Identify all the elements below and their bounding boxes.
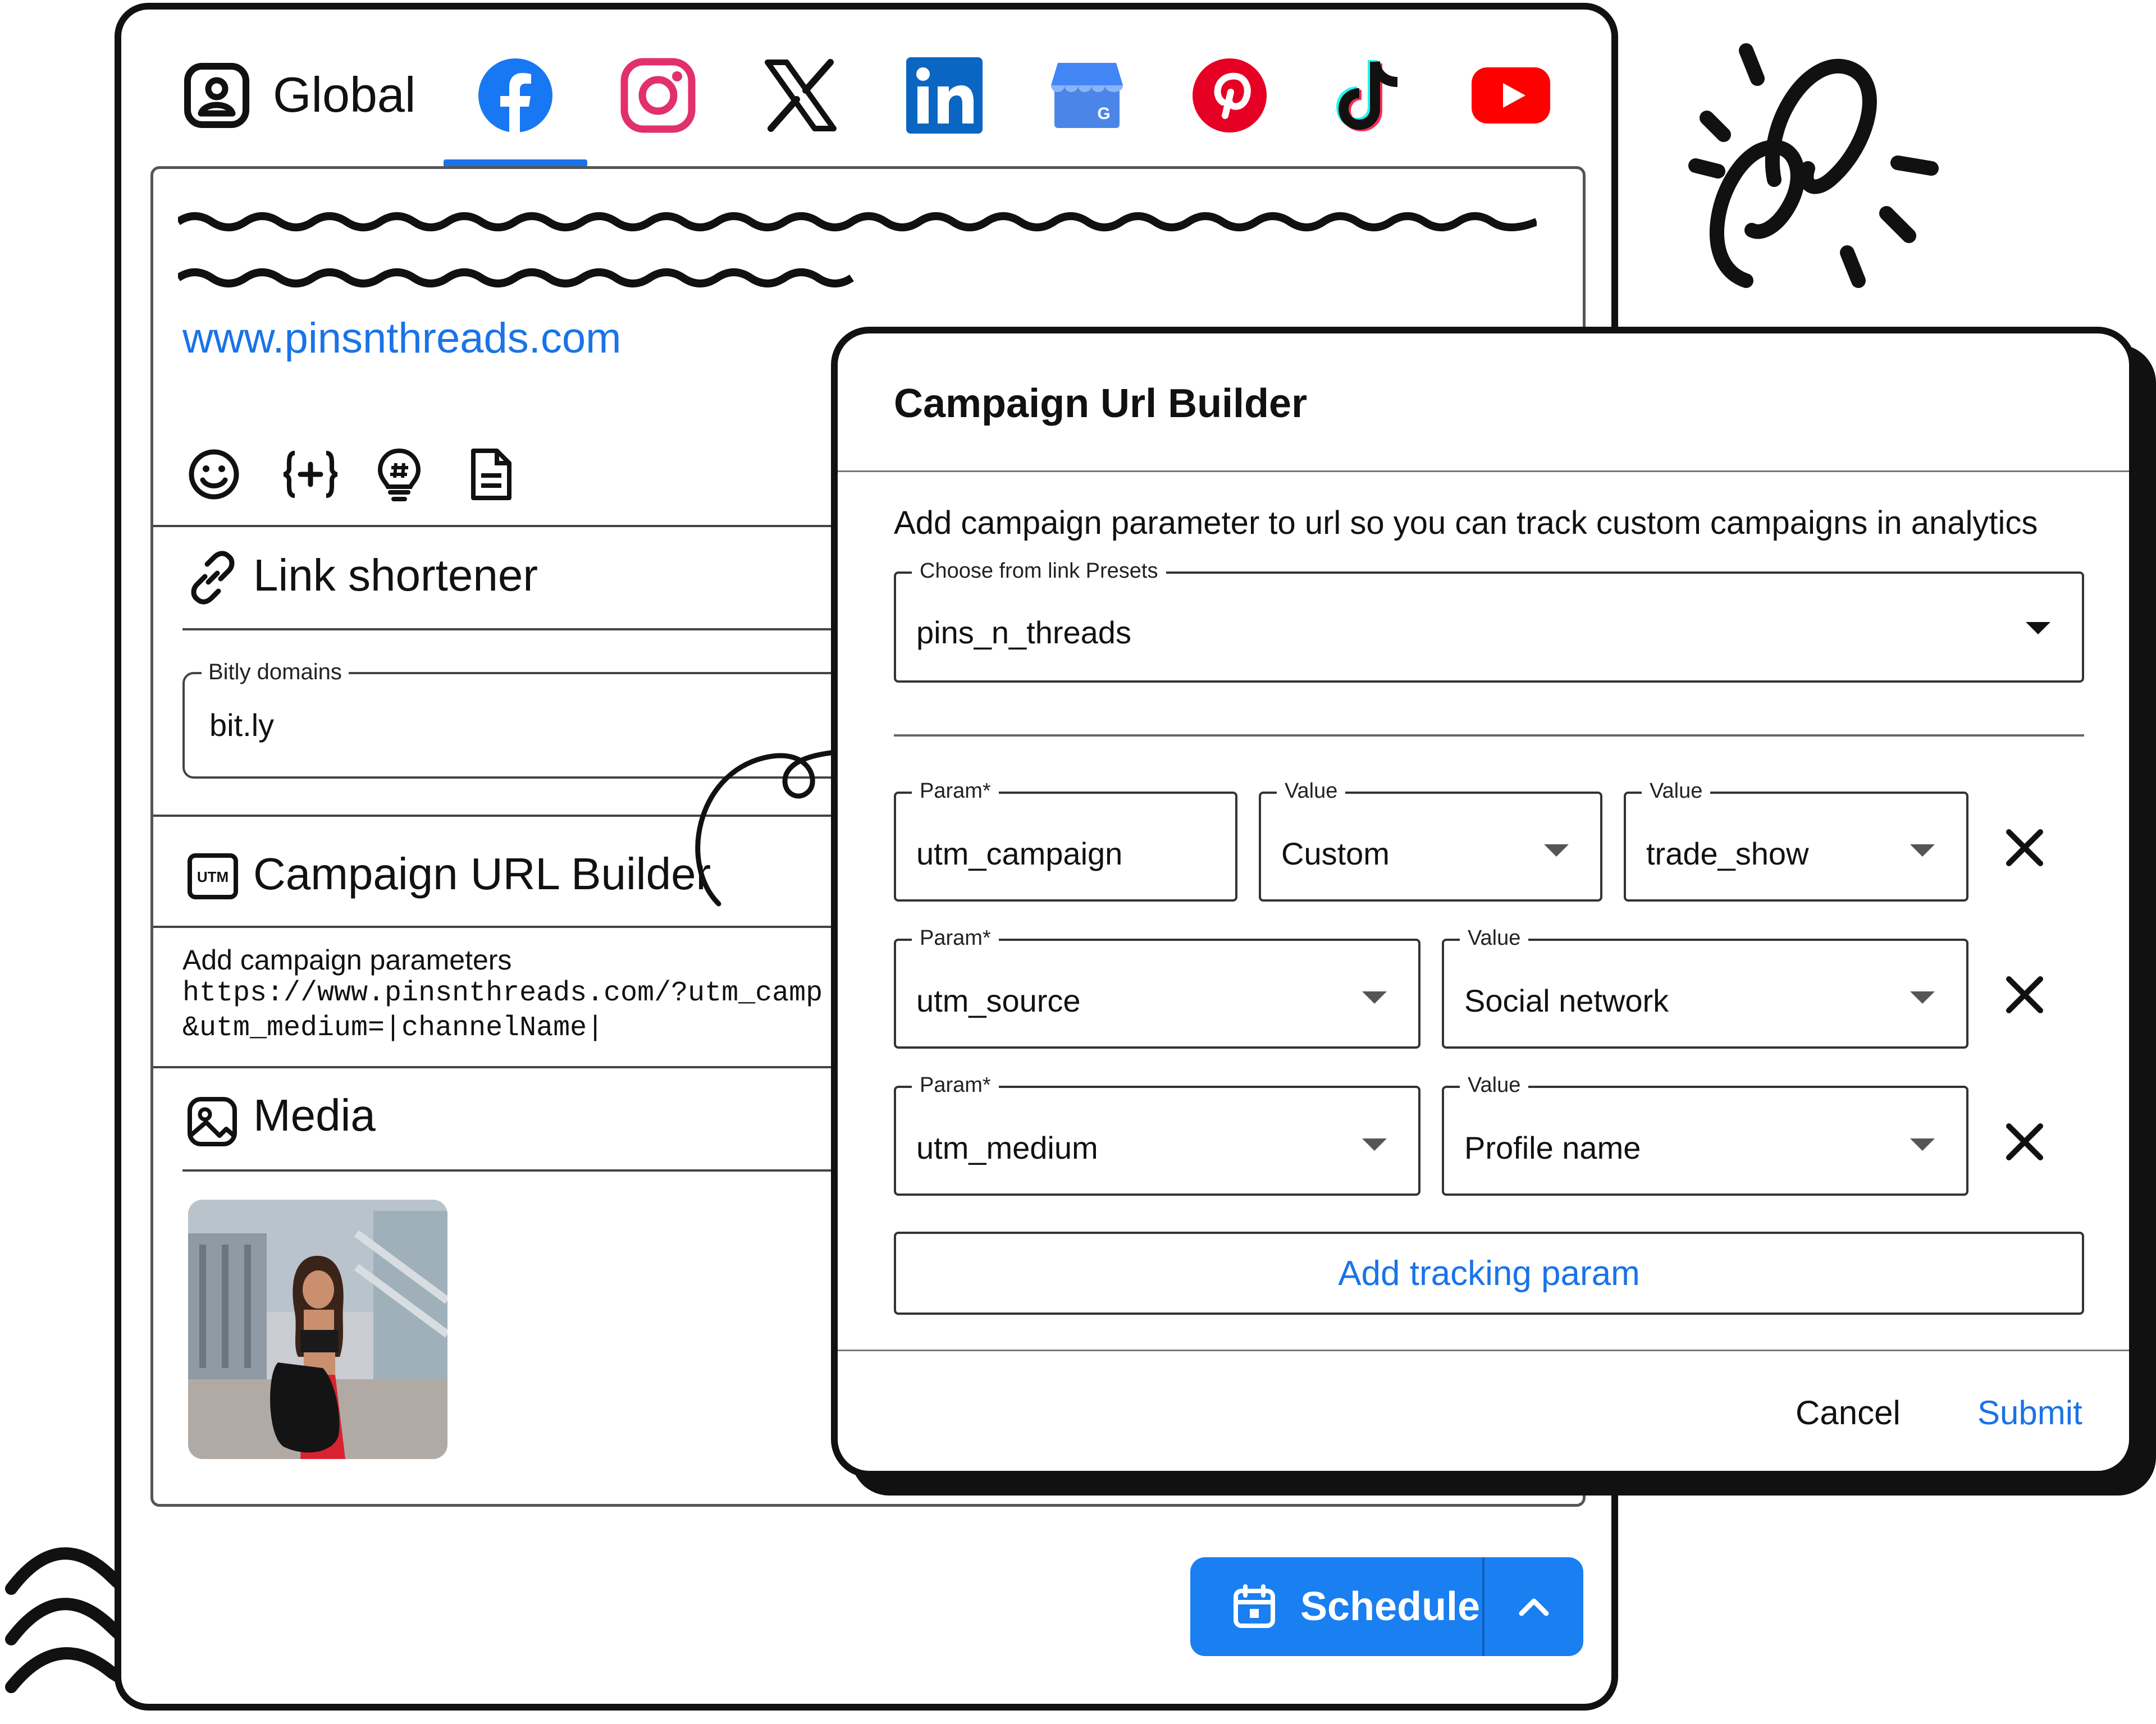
- divider: [838, 1350, 2129, 1351]
- param-value: utm_campaign: [916, 836, 1123, 871]
- x-icon[interactable]: [761, 56, 840, 135]
- remove-row-close-icon[interactable]: [2002, 1119, 2047, 1164]
- divider: [894, 734, 2084, 737]
- chevron-down-icon: [1910, 991, 1935, 1004]
- utm-icon: UTM: [188, 853, 238, 899]
- network-tabs: Global G: [0, 0, 1628, 180]
- value-select-custom[interactable]: Value Custom: [1259, 779, 1602, 902]
- media-thumbnail[interactable]: [188, 1200, 447, 1459]
- value-value: Profile name: [1464, 1130, 1641, 1165]
- value-select-profile-name[interactable]: Value Profile name: [1442, 1073, 1968, 1196]
- link-icon: [191, 551, 235, 605]
- chevron-down-icon: [1910, 1138, 1935, 1151]
- svg-text:UTM: UTM: [197, 868, 229, 885]
- campaign-url-builder-dialog: Campaign Url Builder Add campaign parame…: [831, 327, 2136, 1478]
- tab-global-label[interactable]: Global: [273, 66, 415, 124]
- campaign-section-subtitle: Add campaign parameters: [182, 944, 512, 976]
- dialog-description: Add campaign parameter to url so you can…: [894, 505, 2038, 541]
- youtube-icon[interactable]: [1469, 56, 1553, 135]
- facebook-icon[interactable]: [476, 56, 555, 135]
- dialog-title: Campaign Url Builder: [894, 381, 1308, 426]
- value-label: Value: [1277, 779, 1346, 803]
- value-label: Value: [1642, 779, 1711, 803]
- chevron-down-icon: [2026, 622, 2050, 634]
- value-label: Value: [1460, 1073, 1529, 1097]
- schedule-button[interactable]: Schedule: [1190, 1557, 1482, 1656]
- value-select-social-network[interactable]: Value Social network: [1442, 926, 1968, 1049]
- chevron-up-icon: [1519, 1598, 1549, 1616]
- chevron-down-icon: [1362, 1138, 1387, 1151]
- bitly-domains-label: Bitly domains: [202, 660, 349, 685]
- remove-row-close-icon[interactable]: [2002, 972, 2047, 1017]
- add-tracking-param-button[interactable]: Add tracking param: [894, 1232, 2084, 1315]
- chain-link-doodle: [1688, 43, 1939, 288]
- chevron-down-icon: [1910, 844, 1935, 857]
- preset-select[interactable]: Choose from link Presets pins_n_threads: [894, 559, 2084, 683]
- value-label: Value: [1460, 926, 1529, 950]
- link-shortener-title: Link shortener: [253, 550, 538, 600]
- preset-value: pins_n_threads: [916, 615, 1131, 650]
- tiktok-icon[interactable]: [1332, 56, 1410, 135]
- campaign-url-line2: &utm_medium=|channelName|: [182, 1012, 604, 1044]
- variables-icon[interactable]: [282, 447, 339, 501]
- linkedin-icon[interactable]: [905, 56, 984, 135]
- param-select-utm-medium[interactable]: Param* utm_medium: [894, 1073, 1420, 1196]
- svg-text:G: G: [1097, 104, 1110, 123]
- param-label: Param*: [912, 926, 999, 950]
- add-tracking-param-label: Add tracking param: [1338, 1254, 1640, 1293]
- bitly-domain-value: bit.ly: [209, 707, 275, 743]
- text-placeholder-scribble: [178, 212, 1537, 287]
- param-select-utm-source[interactable]: Param* utm_source: [894, 926, 1420, 1049]
- calendar-icon: [1234, 1584, 1275, 1628]
- schedule-label: Schedule: [1300, 1584, 1481, 1629]
- remove-row-close-icon[interactable]: [2002, 825, 2047, 870]
- param-field-utm-campaign[interactable]: Param* utm_campaign: [894, 779, 1237, 902]
- ideas-icon[interactable]: [376, 446, 423, 502]
- global-tab-icon[interactable]: [177, 56, 256, 135]
- param-value: utm_source: [916, 983, 1081, 1018]
- value-value: trade_show: [1646, 836, 1809, 871]
- post-link-text[interactable]: www.pinsnthreads.com: [182, 314, 621, 363]
- divider: [838, 470, 2129, 472]
- instagram-icon[interactable]: [619, 56, 697, 135]
- schedule-options-button[interactable]: [1484, 1557, 1583, 1656]
- chevron-down-icon: [1362, 991, 1387, 1004]
- media-icon: [188, 1097, 237, 1146]
- cancel-button[interactable]: Cancel: [1796, 1393, 1901, 1432]
- param-label: Param*: [912, 779, 999, 803]
- preset-label: Choose from link Presets: [912, 559, 1166, 583]
- google-business-icon[interactable]: G: [1048, 56, 1126, 135]
- param-value: utm_medium: [916, 1130, 1098, 1165]
- notes-icon[interactable]: [469, 446, 514, 502]
- campaign-url-line1: https://www.pinsnthreads.com/?utm_camp: [182, 977, 823, 1009]
- value-value: Social network: [1464, 983, 1669, 1018]
- schedule-button-group: Schedule: [1190, 1557, 1583, 1656]
- media-title: Media: [253, 1090, 376, 1140]
- pinterest-icon[interactable]: [1190, 56, 1269, 135]
- emoji-icon[interactable]: [187, 447, 241, 501]
- param-label: Param*: [912, 1073, 999, 1097]
- campaign-section-title: Campaign URL Builder: [253, 849, 711, 899]
- value-value: Custom: [1281, 836, 1390, 871]
- value-select-trade-show[interactable]: Value trade_show: [1624, 779, 1968, 902]
- submit-button[interactable]: Submit: [1977, 1393, 2082, 1432]
- chevron-down-icon: [1544, 844, 1569, 857]
